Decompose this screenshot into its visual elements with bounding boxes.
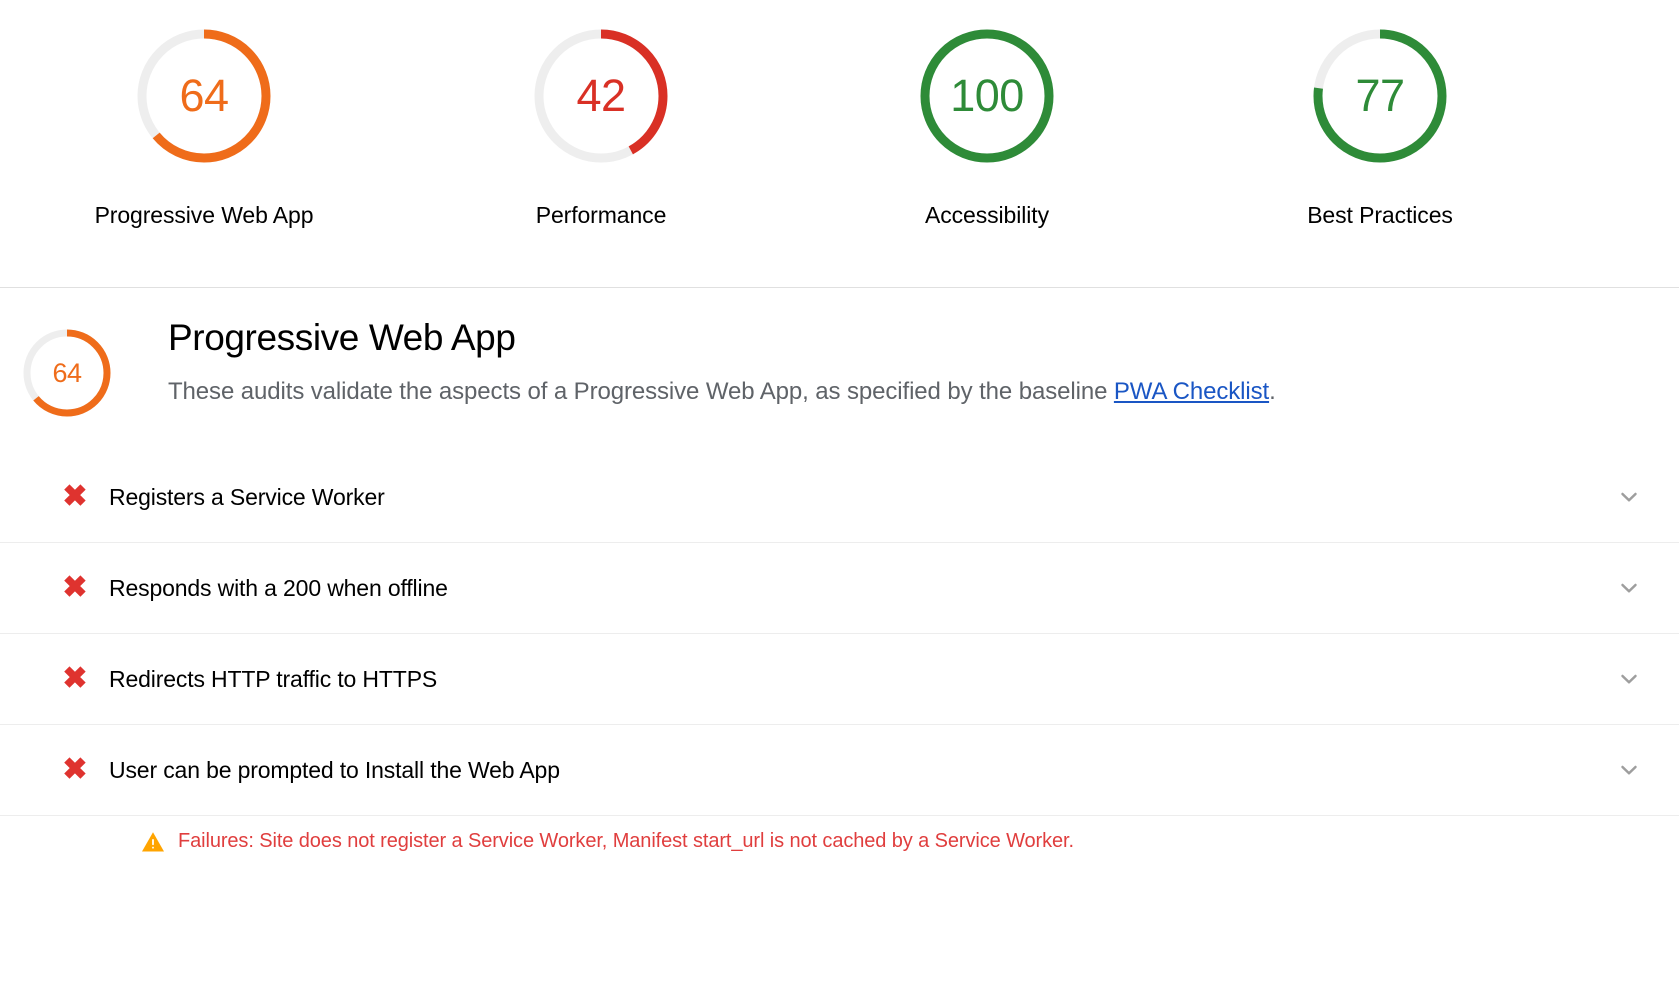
score-label-performance: Performance	[535, 202, 667, 228]
score-gauge-pwa: 64	[126, 18, 282, 174]
score-gauge-best-practices: 77	[1302, 18, 1458, 174]
score-value-accessibility: 100	[950, 70, 1024, 121]
score-value-best-practices: 77	[1355, 70, 1405, 121]
score-cell-pwa[interactable]: 64 Progressive Web App	[0, 18, 408, 229]
x-mark-icon: ✖	[62, 753, 88, 786]
x-mark-icon: ✖	[62, 480, 88, 513]
audit-row[interactable]: ✖ User can be prompted to Install the We…	[0, 725, 1679, 816]
score-cell-best-practices[interactable]: 77 Best Practices	[1180, 18, 1580, 229]
score-label-best-practices: Best Practices	[1307, 202, 1453, 228]
score-gauge-performance: 42	[523, 18, 679, 174]
category-description-prefix: These audits validate the aspects of a P…	[168, 377, 1114, 405]
audit-title: Redirects HTTP traffic to HTTPS	[109, 665, 438, 692]
audit-title: Responds with a 200 when offline	[109, 574, 448, 601]
audit-row[interactable]: ✖ Registers a Service Worker	[0, 452, 1679, 543]
page-title: Progressive Web App	[168, 317, 516, 358]
chevron-down-icon[interactable]	[1616, 757, 1642, 783]
score-cell-accessibility[interactable]: 100 Accessibility	[794, 18, 1180, 229]
x-mark-icon: ✖	[62, 571, 88, 604]
score-label-accessibility: Accessibility	[925, 202, 1049, 228]
category-section-pwa: 64 Progressive Web App These audits vali…	[0, 288, 1679, 853]
audit-row[interactable]: ✖ Redirects HTTP traffic to HTTPS	[0, 634, 1679, 725]
chevron-down-icon[interactable]	[1616, 666, 1642, 692]
category-gauge: 64	[16, 322, 118, 424]
category-header: 64 Progressive Web App These audits vali…	[0, 316, 1679, 424]
audit-row[interactable]: ✖ Responds with a 200 when offline	[0, 543, 1679, 634]
score-gauge-accessibility: 100	[909, 18, 1065, 174]
pwa-checklist-link[interactable]: PWA Checklist	[1114, 378, 1269, 405]
category-gauge-value: 64	[52, 357, 82, 388]
audit-list: ✖ Registers a Service Worker ✖ Responds …	[0, 452, 1679, 853]
score-value-performance: 42	[576, 70, 626, 121]
category-text-block: Progressive Web App These audits validat…	[168, 316, 1276, 408]
audit-title: Registers a Service Worker	[109, 483, 385, 510]
chevron-down-icon[interactable]	[1616, 484, 1642, 510]
category-description: These audits validate the aspects of a P…	[168, 375, 1276, 408]
audit-failure-message: Failures: Site does not register a Servi…	[0, 830, 1679, 853]
scores-summary-bar: 64 Progressive Web App 42 Performance 10…	[0, 0, 1679, 288]
category-description-suffix: .	[1269, 377, 1276, 405]
failure-text: Failures: Site does not register a Servi…	[178, 830, 1074, 852]
audit-title: User can be prompted to Install the Web …	[109, 756, 560, 783]
score-cell-performance[interactable]: 42 Performance	[408, 18, 794, 229]
score-label-pwa: Progressive Web App	[94, 202, 314, 228]
score-value-pwa: 64	[179, 70, 229, 121]
warning-triangle-icon	[141, 831, 165, 853]
chevron-down-icon[interactable]	[1616, 575, 1642, 601]
x-mark-icon: ✖	[62, 662, 88, 695]
